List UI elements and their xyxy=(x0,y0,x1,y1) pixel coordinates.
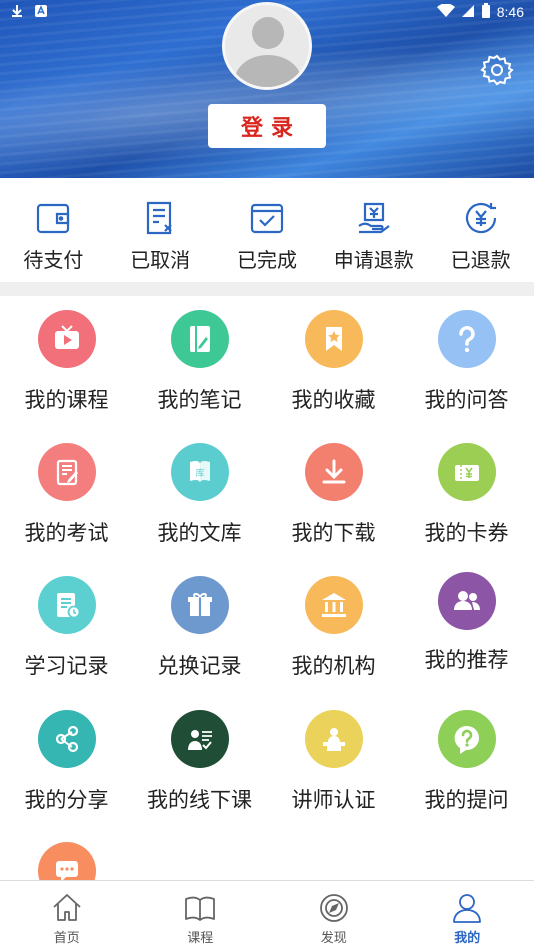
share-nodes-icon xyxy=(37,710,96,768)
grid-item-my-questions[interactable]: 我的提问 xyxy=(400,695,533,828)
profile-header: 8:46 登录 xyxy=(0,0,534,178)
lecturer-podium-icon xyxy=(304,710,363,768)
order-label: 已完成 xyxy=(236,248,297,272)
grid-item-label: 我的线下课 xyxy=(147,788,252,812)
people-group-icon xyxy=(437,572,496,630)
nav-label: 发现 xyxy=(320,931,347,946)
grid-item-my-institution[interactable]: 我的机构 xyxy=(267,562,400,695)
notebook-pen-icon xyxy=(170,310,229,368)
refunded-yen-icon xyxy=(465,202,496,234)
grid-item-label: 我的考试 xyxy=(24,521,109,545)
bottom-navigation: 首页 课程 发现 我的 xyxy=(0,880,534,950)
library-book-icon: 库 xyxy=(170,443,229,501)
order-refunded[interactable]: 已退款 xyxy=(427,178,534,282)
home-icon xyxy=(53,894,81,921)
institution-building-icon xyxy=(304,576,363,634)
grid-item-redeem-records[interactable]: 兑换记录 xyxy=(133,562,266,695)
grid-item-label: 我的分享 xyxy=(24,788,109,812)
user-profile-icon xyxy=(453,894,482,923)
cancelled-doc-icon xyxy=(147,201,172,235)
app-notification-icon xyxy=(34,3,48,22)
grid-item-lecturer-certification[interactable]: 讲师认证 xyxy=(267,695,400,828)
order-pending-payment[interactable]: 待支付 xyxy=(0,178,107,282)
nav-label: 我的 xyxy=(454,931,481,946)
nav-label: 课程 xyxy=(187,931,214,946)
grid-item-label: 兑换记录 xyxy=(157,654,242,678)
nav-tab-courses[interactable]: 课程 xyxy=(134,881,268,950)
question-bubble-icon xyxy=(437,710,496,768)
grid-item-my-downloads[interactable]: 我的下载 xyxy=(267,429,400,562)
grid-item-my-courses[interactable]: 我的课程 xyxy=(0,296,133,429)
grid-item-study-records[interactable]: 学习记录 xyxy=(0,562,133,695)
grid-item-my-notes[interactable]: 我的笔记 xyxy=(133,296,266,429)
grid-item-my-shares[interactable]: 我的分享 xyxy=(0,695,133,828)
grid-item-label: 我的推荐 xyxy=(424,648,509,672)
order-label: 已取消 xyxy=(130,248,191,272)
grid-item-label: 我的课程 xyxy=(24,388,109,412)
grid-item-my-exams[interactable]: 我的考试 xyxy=(0,429,133,562)
order-label: 已退款 xyxy=(450,248,511,272)
grid-item-label: 我的问答 xyxy=(424,388,509,412)
grid-item-my-coupons[interactable]: 我的卡券 xyxy=(400,429,533,562)
grid-item-label: 我的提问 xyxy=(424,788,509,812)
compass-icon xyxy=(319,894,348,922)
grid-item-label: 我的笔记 xyxy=(157,388,242,412)
cell-signal-icon xyxy=(461,4,475,21)
grid-item-label: 我的下载 xyxy=(291,521,376,545)
question-mark-icon xyxy=(437,310,496,368)
gear-icon[interactable] xyxy=(480,53,514,87)
grid-item-my-qa[interactable]: 我的问答 xyxy=(400,296,533,429)
download-icon xyxy=(10,3,24,22)
order-label: 待支付 xyxy=(23,248,84,272)
section-divider xyxy=(0,282,534,296)
battery-icon xyxy=(481,2,491,22)
nav-tab-home[interactable]: 首页 xyxy=(0,881,134,950)
order-cancelled[interactable]: 已取消 xyxy=(107,178,214,282)
wifi-icon xyxy=(436,2,455,21)
wallet-icon xyxy=(37,203,70,234)
grid-item-label: 学习记录 xyxy=(24,654,109,678)
svg-text:库: 库 xyxy=(195,467,204,479)
grid-item-label: 我的文库 xyxy=(157,521,242,545)
download-arrow-icon xyxy=(304,443,363,501)
coupon-ticket-icon xyxy=(437,443,496,501)
grid-item-label: 我的机构 xyxy=(291,654,376,678)
nav-label: 首页 xyxy=(53,931,80,946)
grid-item-label: 我的卡券 xyxy=(424,521,509,545)
completed-check-icon xyxy=(250,203,284,234)
nav-tab-discover[interactable]: 发现 xyxy=(267,881,401,950)
order-completed[interactable]: 已完成 xyxy=(214,178,321,282)
grid-item-label: 讲师认证 xyxy=(291,788,376,812)
study-record-icon xyxy=(37,576,96,634)
exam-paper-icon xyxy=(37,443,96,501)
grid-item-my-recommendations[interactable]: 我的推荐 xyxy=(400,562,533,695)
grid-item-my-library[interactable]: 库 我的文库 xyxy=(133,429,266,562)
refund-request-icon xyxy=(358,202,390,234)
order-status-bar: 待支付 已取消 已完成 申请退款 已退款 xyxy=(0,178,534,282)
nav-tab-mine[interactable]: 我的 xyxy=(401,881,534,950)
grid-item-label: 我的收藏 xyxy=(291,388,376,412)
order-label: 申请退款 xyxy=(333,248,414,272)
login-button[interactable]: 登录 xyxy=(208,104,326,148)
video-tv-icon xyxy=(37,310,96,368)
grid-item-my-favorites[interactable]: 我的收藏 xyxy=(267,296,400,429)
avatar[interactable] xyxy=(222,2,312,90)
order-refund-request[interactable]: 申请退款 xyxy=(320,178,427,282)
default-avatar-icon xyxy=(252,17,284,49)
gift-box-icon xyxy=(170,576,229,634)
bookmark-star-icon xyxy=(304,310,363,368)
status-time: 8:46 xyxy=(496,4,524,20)
offline-class-teacher-icon xyxy=(170,710,229,768)
open-book-icon xyxy=(185,896,216,921)
grid-item-offline-classes[interactable]: 我的线下课 xyxy=(133,695,266,828)
